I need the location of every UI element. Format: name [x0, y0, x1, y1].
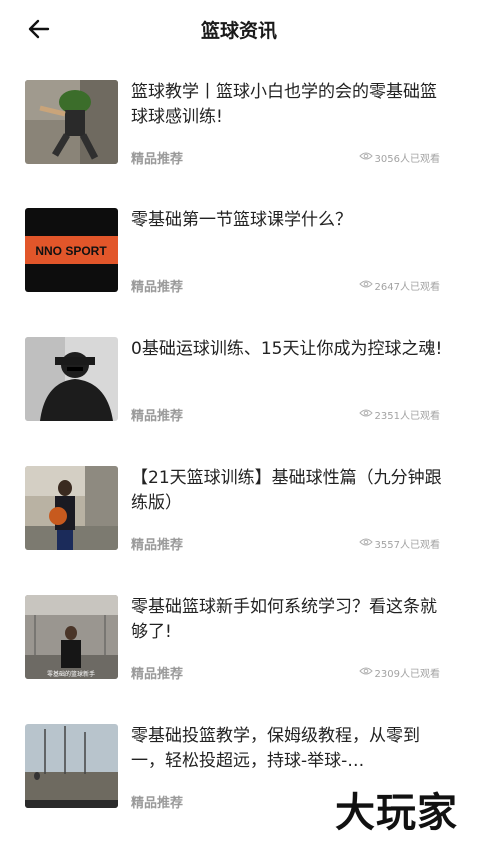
thumbnail-brand-text: NNO SPORT — [35, 244, 107, 258]
article-thumbnail — [25, 466, 118, 550]
view-count-text: 2351人已观看 — [374, 411, 440, 422]
watermark-logo: 大玩家 — [335, 789, 458, 836]
article-thumbnail: 零基础的篮球新手 — [25, 595, 118, 679]
article-thumbnail: NNO SPORT — [25, 208, 118, 292]
thumbnail-caption: 零基础的篮球新手 — [47, 670, 95, 678]
view-count: 3557人已观看 — [358, 536, 440, 551]
article-item[interactable]: 篮球教学丨篮球小白也学的会的零基础篮球球感训练! 精品推荐 3056人已观看 — [0, 80, 478, 190]
article-thumbnail — [25, 724, 118, 808]
article-title[interactable]: 零基础篮球新手如何系统学习？看这条就够了! — [131, 595, 451, 645]
article-item[interactable]: 零基础的篮球新手 零基础篮球新手如何系统学习？看这条就够了! 精品推荐 2309… — [0, 595, 478, 705]
view-count: 3056人已观看 — [358, 150, 440, 165]
article-thumbnail — [25, 80, 118, 164]
view-count: 2647人已观看 — [358, 278, 440, 293]
article-thumbnail — [25, 337, 118, 421]
article-title[interactable]: 篮球教学丨篮球小白也学的会的零基础篮球球感训练! — [131, 80, 451, 130]
page-title: 篮球资讯 — [200, 20, 277, 42]
recommend-tag: 精品推荐 — [131, 409, 184, 424]
top-bar: 篮球资讯 — [0, 0, 478, 58]
article-item[interactable]: 0基础运球训练、15天让你成为控球之魂! 精品推荐 2351人已观看 — [0, 337, 478, 447]
eye-icon — [358, 537, 373, 550]
view-count-text: 3557人已观看 — [374, 540, 440, 551]
article-title[interactable]: 零基础第一节篮球课学什么？ — [131, 208, 451, 258]
recommend-tag: 精品推荐 — [131, 796, 184, 811]
view-count-text: 2647人已观看 — [374, 282, 440, 293]
view-count-text: 3056人已观看 — [374, 154, 440, 165]
eye-icon — [358, 279, 373, 292]
eye-icon — [358, 666, 373, 679]
article-title[interactable]: 【21天篮球训练】基础球性篇（九分钟跟练版） — [131, 466, 451, 516]
eye-icon — [358, 151, 373, 164]
recommend-tag: 精品推荐 — [131, 667, 184, 682]
recommend-tag: 精品推荐 — [131, 152, 184, 167]
view-count: 2351人已观看 — [358, 407, 440, 422]
view-count-text: 2309人已观看 — [374, 669, 440, 680]
article-title[interactable]: 0基础运球训练、15天让你成为控球之魂! — [131, 337, 451, 387]
recommend-tag: 精品推荐 — [131, 280, 184, 295]
article-item[interactable]: 【21天篮球训练】基础球性篇（九分钟跟练版） 精品推荐 3557人已观看 — [0, 466, 478, 576]
article-title[interactable]: 零基础投篮教学，保姆级教程，从零到一，轻松投超远，持球-举球-… — [131, 724, 451, 774]
eye-icon — [358, 408, 373, 421]
recommend-tag: 精品推荐 — [131, 538, 184, 553]
article-item[interactable]: NNO SPORT 零基础第一节篮球课学什么？ 精品推荐 2647人已观看 — [0, 208, 478, 318]
view-count: 2309人已观看 — [358, 665, 440, 680]
